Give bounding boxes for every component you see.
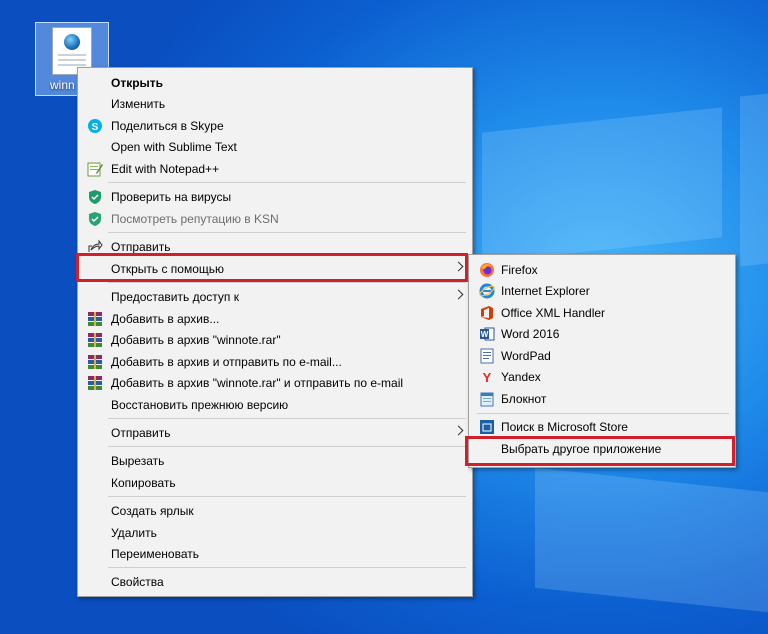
word-icon: W <box>479 326 495 342</box>
menu-item-cut[interactable]: Вырезать <box>78 450 472 471</box>
svg-text:Y: Y <box>483 370 492 385</box>
menu-item-label: Свойства <box>111 574 164 589</box>
submenu-item-label: Блокнот <box>501 392 547 406</box>
menu-separator <box>477 413 729 414</box>
menu-item-add-archive[interactable]: Добавить в архив... <box>78 308 472 329</box>
menu-item-label: Переименовать <box>111 546 199 561</box>
menu-separator <box>108 567 466 568</box>
wallpaper-light-beam <box>482 107 722 263</box>
menu-item-properties[interactable]: Свойства <box>78 571 472 592</box>
menu-item-virus-scan[interactable]: Проверить на вирусы <box>78 186 472 207</box>
menu-item-label: Open with Sublime Text <box>111 139 237 154</box>
submenu-item-label: Поиск в Microsoft Store <box>501 420 628 434</box>
internet-explorer-icon <box>479 283 495 299</box>
submenu-item-label: Word 2016 <box>501 327 560 341</box>
menu-item-copy[interactable]: Копировать <box>78 472 472 493</box>
winrar-icon <box>87 354 103 370</box>
wordpad-icon <box>479 348 495 364</box>
menu-item-label: Добавить в архив "winnote.rar" <box>111 332 281 347</box>
menu-item-edit[interactable]: Изменить <box>78 93 472 114</box>
menu-item-rename[interactable]: Переименовать <box>78 543 472 564</box>
menu-item-open[interactable]: Открыть <box>78 72 472 93</box>
svg-text:W: W <box>481 330 489 339</box>
submenu-item-label: Firefox <box>501 263 538 277</box>
menu-item-label: Предоставить доступ к <box>111 289 239 304</box>
menu-item-label: Восстановить прежнюю версию <box>111 397 289 412</box>
winrar-icon <box>87 332 103 348</box>
wallpaper-light-beam <box>535 467 768 613</box>
menu-item-sublime[interactable]: Open with Sublime Text <box>78 136 472 157</box>
submenu-item-label: Internet Explorer <box>501 284 590 298</box>
menu-item-label: Открыть <box>111 75 164 90</box>
context-menu: Открыть Изменить S Поделиться в Skype Op… <box>77 67 473 597</box>
submenu-item-label: Office XML Handler <box>501 306 606 320</box>
menu-item-delete[interactable]: Удалить <box>78 522 472 543</box>
menu-separator <box>108 496 466 497</box>
office-icon <box>479 305 495 321</box>
menu-separator <box>108 418 466 419</box>
menu-item-restore-version[interactable]: Восстановить прежнюю версию <box>78 394 472 415</box>
highlight-frame-open-with <box>76 253 468 282</box>
menu-item-label: Добавить в архив... <box>111 311 220 326</box>
submenu-item-wordpad[interactable]: WordPad <box>469 346 735 367</box>
wallpaper-light-beam <box>740 93 768 267</box>
menu-separator <box>108 282 466 283</box>
winrar-icon <box>87 311 103 327</box>
firefox-icon <box>479 262 495 278</box>
submenu-item-microsoft-store[interactable]: Поиск в Microsoft Store <box>469 417 735 438</box>
menu-item-share-skype[interactable]: S Поделиться в Skype <box>78 115 472 136</box>
svg-text:S: S <box>92 122 99 133</box>
menu-item-label: Копировать <box>111 475 176 490</box>
menu-item-label: Отправить <box>111 239 171 254</box>
menu-item-create-shortcut[interactable]: Создать ярлык <box>78 500 472 521</box>
menu-item-add-archive-named-email[interactable]: Добавить в архив "winnote.rar" и отправи… <box>78 372 472 393</box>
menu-item-label: Проверить на вирусы <box>111 189 232 204</box>
menu-separator <box>108 182 466 183</box>
yandex-icon: Y <box>479 369 495 385</box>
menu-item-add-archive-named[interactable]: Добавить в архив "winnote.rar" <box>78 329 472 350</box>
submenu-item-yandex[interactable]: Y Yandex <box>469 367 735 388</box>
highlight-frame-choose-app <box>465 436 735 466</box>
submenu-item-office-xml[interactable]: Office XML Handler <box>469 303 735 324</box>
microsoft-store-icon <box>479 419 495 435</box>
notepad-icon <box>479 391 495 407</box>
menu-item-label: Создать ярлык <box>111 503 194 518</box>
menu-item-label: Добавить в архив "winnote.rar" и отправи… <box>111 375 404 390</box>
menu-item-send-to[interactable]: Отправить <box>78 422 472 443</box>
menu-separator <box>108 232 466 233</box>
submenu-item-internet-explorer[interactable]: Internet Explorer <box>469 281 735 302</box>
submenu-item-notepad[interactable]: Блокнот <box>469 389 735 410</box>
menu-item-add-archive-email[interactable]: Добавить в архив и отправить по e-mail..… <box>78 351 472 372</box>
menu-item-label: Изменить <box>111 96 166 111</box>
menu-item-label: Поделиться в Skype <box>111 118 224 133</box>
winrar-icon <box>87 375 103 391</box>
notepadpp-icon <box>87 161 103 177</box>
submenu-item-label: Yandex <box>501 370 541 384</box>
menu-separator <box>108 446 466 447</box>
menu-item-ksn-reputation[interactable]: Посмотреть репутацию в KSN <box>78 208 472 229</box>
submenu-item-word[interactable]: W Word 2016 <box>469 324 735 345</box>
menu-item-label: Отправить <box>111 425 171 440</box>
submenu-item-firefox[interactable]: Firefox <box>469 260 735 281</box>
menu-item-label: Удалить <box>111 525 157 540</box>
chevron-right-icon <box>453 289 464 300</box>
menu-item-label: Посмотреть репутацию в KSN <box>111 211 279 226</box>
menu-item-give-access[interactable]: Предоставить доступ к <box>78 286 472 307</box>
skype-icon: S <box>87 118 103 134</box>
chevron-right-icon <box>453 425 464 436</box>
desktop-file-label: winn <box>50 78 75 92</box>
menu-item-notepadpp[interactable]: Edit with Notepad++ <box>78 158 472 179</box>
kaspersky-shield-icon <box>87 211 103 227</box>
kaspersky-shield-icon <box>87 189 103 205</box>
submenu-item-label: WordPad <box>501 349 551 363</box>
menu-item-label: Edit with Notepad++ <box>111 161 220 176</box>
menu-item-label: Вырезать <box>111 453 165 468</box>
menu-item-label: Добавить в архив и отправить по e-mail..… <box>111 354 342 369</box>
